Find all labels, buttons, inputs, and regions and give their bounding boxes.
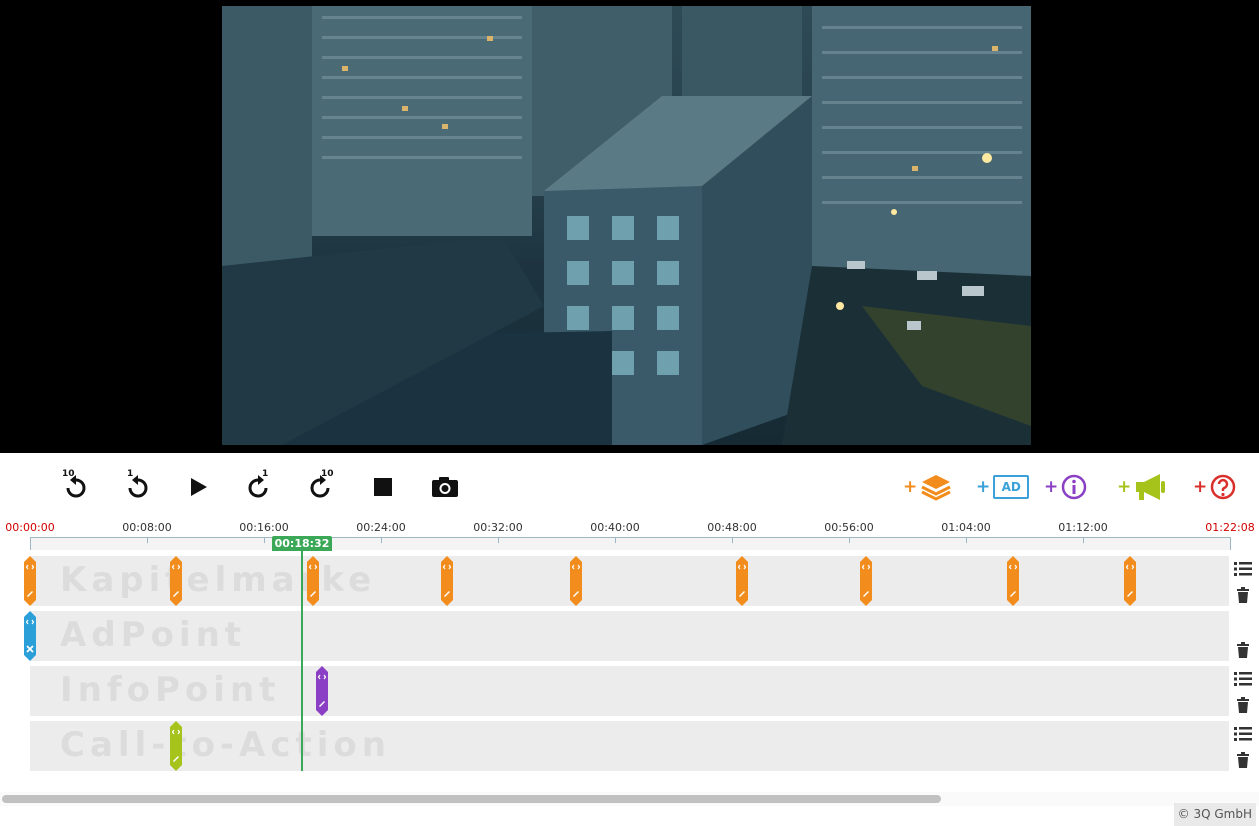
timeline-end-label: 01:22:08 [1205,521,1255,534]
track-chapter-label: Kapitelmarke [60,560,377,600]
list-icon[interactable] [1234,561,1252,577]
plus-label: + [1193,477,1208,497]
ruler-tick [498,537,499,543]
playhead-line[interactable] [301,549,303,771]
chapter-marker[interactable] [1007,556,1019,606]
ruler-bar[interactable] [30,537,1231,550]
rewind-1-label: 1 [127,469,134,479]
rewind-1-button[interactable]: 1 [123,469,153,502]
tick-label: 01:12:00 [1058,521,1108,534]
info-icon [1062,474,1087,500]
chapter-marker[interactable] [24,556,36,606]
call-to-action-marker[interactable] [170,721,182,771]
trash-icon[interactable] [1234,587,1252,603]
chapter-marker[interactable] [1124,556,1136,606]
chapter-marker[interactable] [170,556,182,606]
track-adpoint-label: AdPoint [60,615,247,655]
tick-label: 00:16:00 [239,521,289,534]
track-call-to-action[interactable]: Call-to-Action [30,721,1229,771]
megaphone-icon [1136,474,1166,500]
tick-label: 00:32:00 [473,521,523,534]
chapter-marker[interactable] [307,556,319,606]
question-icon [1211,474,1236,500]
track-infopoint-label: InfoPoint [60,670,281,710]
chapter-marker[interactable] [736,556,748,606]
forward-1-label: 1 [262,469,269,479]
chapter-marker[interactable] [441,556,453,606]
rewind-10-label: 10 [62,469,75,479]
play-button[interactable] [183,472,213,502]
tick-label: 00:40:00 [590,521,640,534]
trash-icon[interactable] [1234,752,1252,768]
tick-label: 00:56:00 [824,521,874,534]
video-frame[interactable] [222,6,1031,445]
add-chapter-button[interactable]: + [903,470,952,504]
add-infopoint-button[interactable]: + [1044,470,1087,504]
add-call-to-action-button[interactable]: + [1117,470,1168,504]
forward-10-button[interactable]: 10 [305,469,335,502]
stop-icon [374,478,392,496]
ruler-tick [849,537,850,543]
plus-label: + [903,477,918,497]
trash-icon[interactable] [1234,642,1252,658]
tick-label: 01:04:00 [941,521,991,534]
player-controls: 10 1 1 10 + + AD + + + [0,453,1259,518]
chapter-marker[interactable] [570,556,582,606]
playhead-time[interactable]: 00:18:32 [272,536,332,551]
ruler-tick [264,537,265,543]
rewind-10-button[interactable]: 10 [61,469,91,502]
ruler-tick [1083,537,1084,543]
ruler-tick [615,537,616,543]
plus-label: + [1044,477,1059,497]
ruler-tick [732,537,733,543]
forward-10-label: 10 [321,469,334,479]
camera-icon [432,477,458,497]
track-infopoint[interactable]: InfoPoint [30,666,1229,716]
tick-label: 00:48:00 [707,521,757,534]
tick-label: 00:08:00 [122,521,172,534]
chapter-marker[interactable] [860,556,872,606]
horizontal-scrollbar[interactable] [0,792,1259,806]
adpoint-marker[interactable] [24,611,36,661]
copyright-notice: © 3Q GmbH [1173,803,1256,826]
track-chapter[interactable]: Kapitelmarke [30,556,1229,606]
plus-label: + [1117,477,1132,497]
scrollbar-thumb[interactable] [2,795,941,803]
layers-icon [921,475,951,501]
timeline-start-label: 00:00:00 [5,521,55,534]
ad-icon-label: AD [1001,480,1021,494]
stop-button[interactable] [368,472,398,502]
trash-icon[interactable] [1234,697,1252,713]
ruler-tick [381,537,382,543]
ruler-tick [966,537,967,543]
forward-1-button[interactable]: 1 [243,469,273,502]
ruler-tick [147,537,148,543]
list-icon[interactable] [1234,671,1252,687]
play-icon [191,478,207,496]
ad-icon: AD [993,475,1030,499]
video-player[interactable] [0,0,1259,453]
video-scene-image [222,6,1031,445]
plus-label: + [976,477,991,497]
track-call-to-action-label: Call-to-Action [60,725,391,765]
snapshot-button[interactable] [430,472,460,502]
timeline-ruler[interactable]: 00:00:00 00:08:00 00:16:00 00:24:00 00:3… [0,518,1259,553]
list-icon[interactable] [1234,726,1252,742]
tick-label: 00:24:00 [356,521,406,534]
infopoint-marker[interactable] [316,666,328,716]
add-adpoint-button[interactable]: + AD [976,470,1030,504]
track-adpoint[interactable]: AdPoint [30,611,1229,661]
add-help-button[interactable]: + [1193,470,1236,504]
